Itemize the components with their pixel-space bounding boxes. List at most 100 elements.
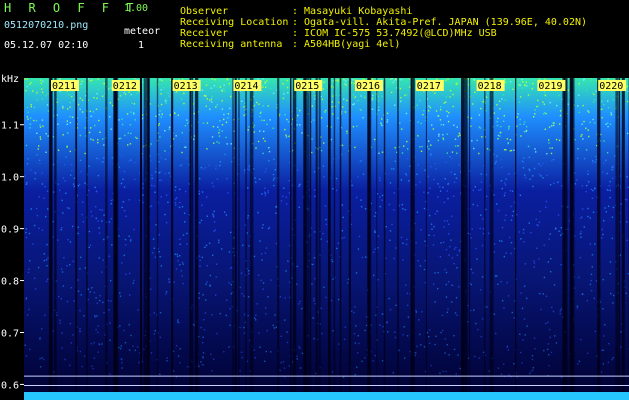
noise-pixel xyxy=(586,184,588,187)
noise-pixel xyxy=(485,174,487,176)
noise-pixel xyxy=(601,108,603,110)
noise-pixel xyxy=(524,334,526,336)
noise-pixel xyxy=(533,260,535,262)
noise-pixel xyxy=(474,186,476,188)
noise-pixel xyxy=(108,309,110,311)
noise-pixel xyxy=(394,336,397,339)
noise-pixel xyxy=(394,160,396,162)
noise-pixel xyxy=(543,103,545,105)
noise-pixel xyxy=(589,243,592,245)
noise-pixel xyxy=(485,96,488,98)
noise-pixel xyxy=(314,277,316,280)
noise-pixel xyxy=(372,251,375,253)
noise-pixel xyxy=(201,342,204,344)
noise-pixel xyxy=(386,112,389,114)
noise-pixel xyxy=(428,105,430,107)
noise-pixel xyxy=(354,373,356,376)
noise-pixel xyxy=(458,286,460,288)
noise-pixel xyxy=(121,118,123,120)
noise-pixel xyxy=(395,304,397,306)
noise-pixel xyxy=(34,288,37,290)
noise-pixel xyxy=(273,184,275,187)
noise-pixel xyxy=(539,292,541,295)
noise-pixel xyxy=(159,311,162,314)
noise-pixel xyxy=(70,287,72,289)
noise-pixel xyxy=(559,310,561,312)
interference-stripe xyxy=(563,78,565,392)
noise-pixel xyxy=(177,114,179,116)
noise-pixel xyxy=(39,79,42,81)
noise-pixel xyxy=(354,146,356,149)
noise-pixel xyxy=(424,259,426,262)
noise-pixel xyxy=(225,121,228,123)
noise-pixel xyxy=(408,86,411,88)
noise-pixel xyxy=(95,297,97,299)
noise-pixel xyxy=(274,169,276,171)
noise-pixel xyxy=(179,255,181,257)
noise-pixel xyxy=(388,203,391,206)
noise-pixel xyxy=(437,115,440,117)
noise-pixel xyxy=(323,81,325,83)
noise-pixel xyxy=(180,164,183,166)
noise-pixel xyxy=(26,181,28,184)
noise-pixel xyxy=(559,114,562,117)
noise-pixel xyxy=(535,151,537,153)
noise-pixel xyxy=(165,194,168,196)
noise-pixel xyxy=(164,100,167,102)
noise-pixel xyxy=(396,87,398,89)
noise-pixel xyxy=(219,164,221,167)
noise-pixel xyxy=(243,114,245,117)
noise-pixel xyxy=(175,135,177,137)
noise-pixel xyxy=(497,283,499,285)
noise-pixel xyxy=(503,194,506,197)
noise-pixel xyxy=(203,319,205,321)
noise-pixel xyxy=(203,94,206,97)
noise-pixel xyxy=(577,157,579,160)
noise-pixel xyxy=(538,173,541,176)
noise-pixel xyxy=(602,233,604,236)
noise-pixel xyxy=(65,156,67,158)
noise-pixel xyxy=(284,128,286,131)
spectrogram-canvas[interactable]: 0211 0212 0213 0214 0215 0216 0217 0218 0219 0220 xyxy=(24,78,629,400)
noise-pixel xyxy=(77,290,80,292)
spectrogram-plot[interactable]: 0211 0212 0213 0214 0215 0216 0217 0218 0219 0220 xyxy=(24,78,629,400)
noise-pixel xyxy=(558,94,560,97)
noise-pixel xyxy=(528,222,530,224)
noise-pixel xyxy=(505,214,507,217)
noise-pixel xyxy=(448,111,450,114)
noise-pixel xyxy=(69,106,71,108)
noise-pixel xyxy=(65,192,67,194)
noise-pixel xyxy=(219,80,221,82)
noise-pixel xyxy=(419,181,421,183)
noise-pixel xyxy=(546,174,548,177)
noise-pixel xyxy=(531,355,534,357)
noise-pixel xyxy=(213,142,215,144)
noise-pixel xyxy=(120,182,123,185)
noise-pixel xyxy=(456,82,458,85)
noise-pixel xyxy=(511,311,513,314)
noise-pixel xyxy=(107,299,110,302)
noise-pixel xyxy=(119,95,122,97)
noise-pixel xyxy=(430,223,433,225)
noise-pixel xyxy=(325,223,328,226)
noise-pixel xyxy=(580,236,582,238)
noise-pixel xyxy=(202,352,205,354)
noise-pixel xyxy=(595,90,597,92)
noise-pixel xyxy=(142,194,144,196)
noise-pixel xyxy=(501,187,503,190)
noise-pixel xyxy=(497,134,500,137)
noise-pixel xyxy=(523,241,525,243)
noise-pixel xyxy=(395,247,397,249)
noise-pixel xyxy=(457,135,460,137)
noise-pixel xyxy=(81,213,83,216)
noise-pixel xyxy=(285,196,288,198)
noise-pixel xyxy=(381,124,383,127)
noise-pixel xyxy=(406,335,409,337)
noise-pixel xyxy=(273,177,276,179)
noise-pixel xyxy=(78,183,81,186)
noise-pixel xyxy=(160,157,162,159)
noise-pixel xyxy=(522,81,524,83)
noise-pixel xyxy=(458,132,461,135)
noise-pixel xyxy=(595,280,598,282)
noise-pixel xyxy=(131,102,133,104)
